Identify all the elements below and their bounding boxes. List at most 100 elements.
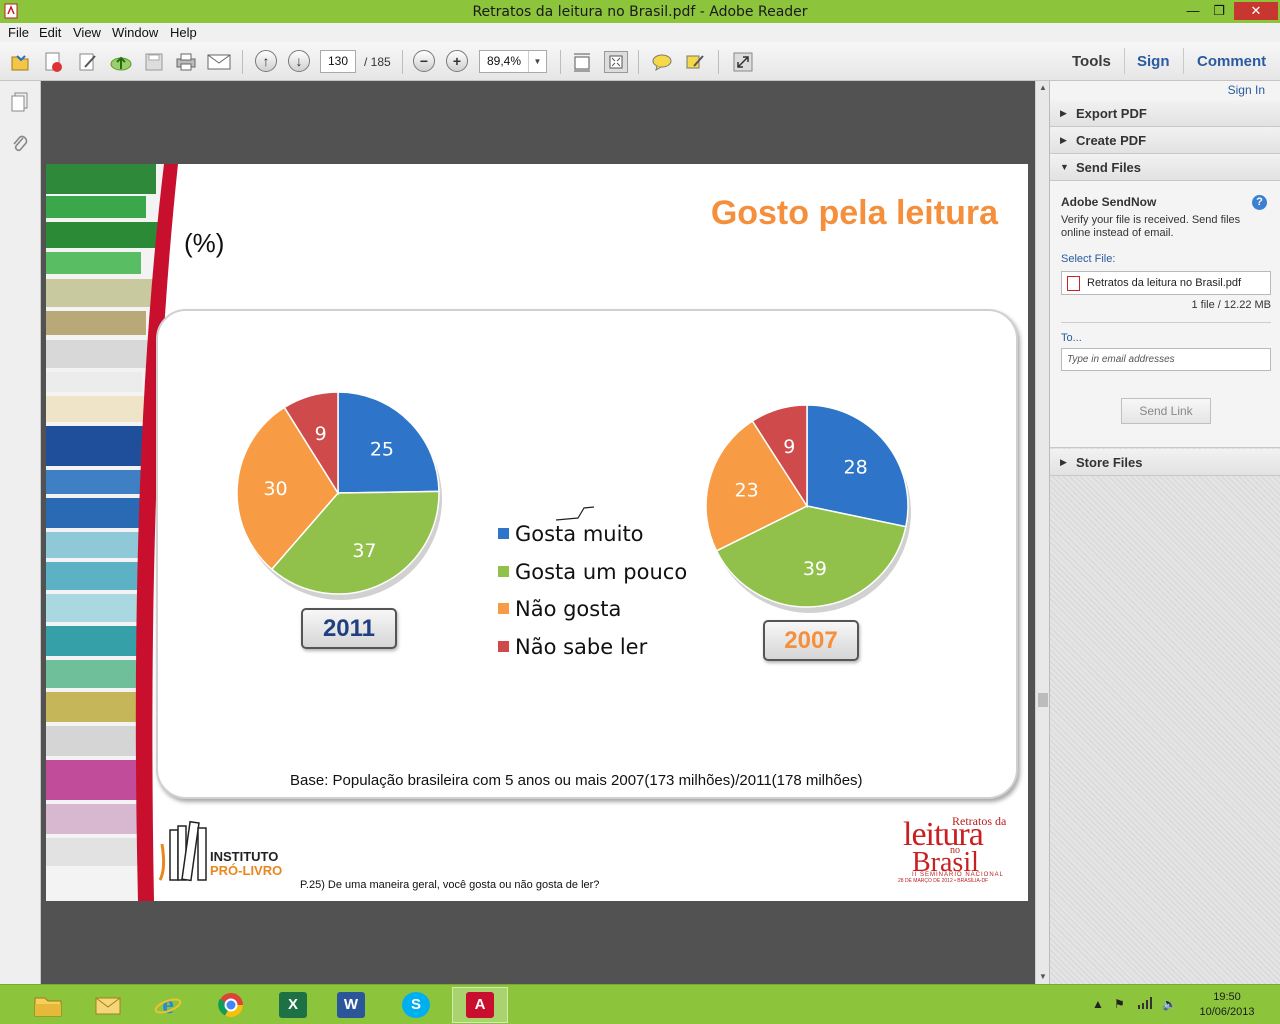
scroll-down-icon[interactable]: ▼ <box>1036 970 1050 984</box>
send-files-panel: Adobe SendNow ? Verify your file is rece… <box>1050 181 1280 448</box>
pdf-file-icon <box>1067 276 1080 291</box>
create-pdf-section[interactable]: ▶ Create PDF <box>1050 127 1280 154</box>
legend-label: Não gosta <box>515 597 622 621</box>
pie-data-label: 23 <box>735 479 759 501</box>
page-total: / 185 <box>364 55 391 69</box>
zoom-value: 89,4% <box>487 54 522 68</box>
menu-help[interactable]: Help <box>170 25 197 40</box>
vertical-scrollbar[interactable]: ▲ ▼ <box>1035 81 1049 984</box>
zoom-in-button[interactable]: + <box>446 50 468 72</box>
triangle-right-icon: ▶ <box>1060 108 1067 118</box>
chevron-down-icon[interactable]: ▼ <box>528 51 546 72</box>
logo-text: 28 DE MARÇO DE 2012 • BRASÍLIA-DF <box>898 878 989 884</box>
legend-label: Não sabe ler <box>515 635 648 659</box>
skype-icon[interactable]: S <box>388 987 444 1023</box>
fit-page-icon[interactable] <box>604 51 628 73</box>
scroll-up-icon[interactable]: ▲ <box>1036 81 1050 95</box>
sticky-note-icon[interactable] <box>650 51 674 73</box>
export-pdf-section[interactable]: ▶ Export PDF <box>1050 100 1280 127</box>
menu-file[interactable]: File <box>8 25 29 40</box>
toolbar-separator <box>402 50 403 74</box>
menu-window[interactable]: Window <box>112 25 158 40</box>
file-size: 1 file / 12.22 MB <box>1191 299 1272 311</box>
page-number-input[interactable]: 130 <box>320 50 356 73</box>
window-title: Retratos da leitura no Brasil.pdf - Adob… <box>472 4 808 20</box>
maximize-button[interactable]: ❐ <box>1206 2 1232 20</box>
internet-explorer-icon[interactable]: e <box>140 987 196 1023</box>
outlook-icon[interactable] <box>80 987 136 1023</box>
toolbar-separator <box>560 50 561 74</box>
send-files-section[interactable]: ▼ Send Files <box>1050 154 1280 181</box>
zoom-out-button[interactable]: − <box>413 50 435 72</box>
pdf-page: Gosto pela leitura (%) 25 37 30 9 28 39 23 9 20… <box>46 164 1028 901</box>
comment-button[interactable]: Comment <box>1197 53 1266 70</box>
pages-icon[interactable] <box>9 91 31 113</box>
system-clock[interactable]: 19:50 10/06/2013 <box>1192 990 1262 1020</box>
to-label[interactable]: To... <box>1061 332 1082 344</box>
save-icon[interactable] <box>142 51 166 73</box>
sign-in-link[interactable]: Sign In <box>1228 83 1265 97</box>
previous-page-button[interactable]: ↑ <box>255 50 277 72</box>
selected-file[interactable]: Retratos da leitura no Brasil.pdf <box>1061 271 1271 295</box>
attachment-icon[interactable] <box>9 133 31 155</box>
taskbar: e X W S A ▲ ⚑ 🔈 <box>0 984 1280 1024</box>
pie-data-label: 28 <box>844 457 868 479</box>
legend-label: Gosta um pouco <box>515 560 688 584</box>
send-link-button[interactable]: Send Link <box>1121 398 1211 424</box>
navigation-pane <box>0 81 41 984</box>
edit-icon[interactable] <box>76 51 100 73</box>
menu-view[interactable]: View <box>73 25 101 40</box>
menu-bar: File Edit View Window Help <box>0 23 1280 42</box>
file-explorer-icon[interactable] <box>20 987 76 1023</box>
volume-icon[interactable]: 🔈 <box>1162 997 1177 1011</box>
create-pdf-icon[interactable] <box>42 51 66 73</box>
fit-width-icon[interactable] <box>570 51 594 73</box>
toolbar-separator <box>1183 48 1184 74</box>
show-hidden-icons[interactable]: ▲ <box>1092 997 1104 1011</box>
triangle-right-icon: ▶ <box>1060 457 1067 467</box>
network-icon[interactable] <box>1137 997 1153 1012</box>
sign-button[interactable]: Sign <box>1137 53 1170 70</box>
section-label: Create PDF <box>1076 133 1147 148</box>
word-icon[interactable]: W <box>323 987 379 1023</box>
legend-gosta-um-pouco: Gosta um pouco <box>498 560 687 584</box>
divider <box>1061 322 1271 323</box>
pie-data-label: 9 <box>783 436 795 458</box>
print-icon[interactable] <box>174 51 198 73</box>
help-icon[interactable]: ? <box>1252 195 1267 210</box>
chrome-icon[interactable] <box>203 987 259 1023</box>
scroll-thumb[interactable] <box>1038 693 1048 707</box>
base-note: Base: População brasileira com 5 anos ou… <box>290 772 863 789</box>
section-label: Store Files <box>1076 455 1143 470</box>
close-button[interactable]: ✕ <box>1234 2 1278 20</box>
section-label: Export PDF <box>1076 106 1147 121</box>
logo-text: INSTITUTO <box>210 849 279 864</box>
clock-time: 19:50 <box>1213 991 1241 1003</box>
store-files-section[interactable]: ▶ Store Files <box>1050 449 1280 476</box>
open-icon[interactable] <box>8 51 32 73</box>
menu-edit[interactable]: Edit <box>39 25 61 40</box>
pie-2011: 25 37 30 9 <box>236 391 442 600</box>
curl-mark <box>555 506 595 521</box>
email-field[interactable]: Type in email addresses <box>1061 348 1271 371</box>
title-bar: Retratos da leitura no Brasil.pdf - Adob… <box>0 0 1280 23</box>
tools-button[interactable]: Tools <box>1072 53 1111 70</box>
logo-text: PRÓ-LIVRO <box>210 863 283 878</box>
legend-nao-gosta: Não gosta <box>498 597 621 621</box>
legend-swatch <box>498 566 509 577</box>
adobe-reader-taskbar-icon[interactable]: A <box>452 987 508 1023</box>
tools-pane: Sign In ▶ Export PDF ▶ Create PDF ▼ Send… <box>1049 81 1280 984</box>
pie-data-label: 9 <box>315 423 327 445</box>
triangle-right-icon: ▶ <box>1060 135 1067 145</box>
zoom-select[interactable]: 89,4% ▼ <box>479 50 547 73</box>
select-file-label: Select File: <box>1061 253 1116 265</box>
email-icon[interactable] <box>207 51 231 73</box>
excel-icon[interactable]: X <box>265 987 321 1023</box>
flag-icon[interactable]: ⚑ <box>1114 997 1125 1011</box>
year-label-2011: 2011 <box>301 608 397 649</box>
cloud-upload-icon[interactable] <box>109 51 133 73</box>
full-screen-icon[interactable] <box>731 51 755 73</box>
minimize-button[interactable]: — <box>1180 2 1206 20</box>
highlight-icon[interactable] <box>683 51 707 73</box>
next-page-button[interactable]: ↓ <box>288 50 310 72</box>
